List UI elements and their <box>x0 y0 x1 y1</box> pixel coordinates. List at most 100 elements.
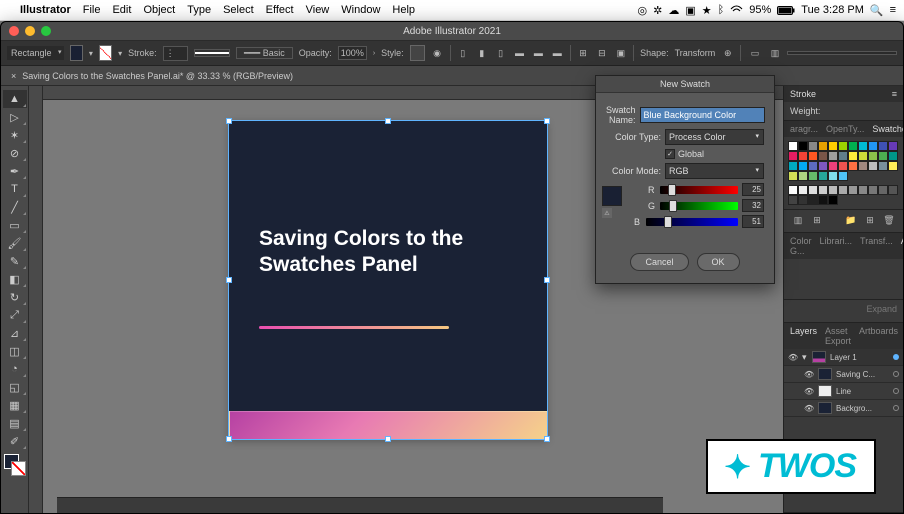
wifi-icon[interactable] <box>730 5 743 15</box>
swatch[interactable] <box>848 185 858 195</box>
selection-handle[interactable] <box>544 436 550 442</box>
lasso-tool[interactable]: ⊘ <box>3 144 27 162</box>
r-value[interactable]: 25 <box>742 183 764 196</box>
stroke-profile-dropdown[interactable] <box>194 49 230 57</box>
panel-tab-assetexport[interactable]: Asset Export <box>825 326 851 346</box>
g-value[interactable]: 32 <box>742 199 764 212</box>
swatch[interactable] <box>818 185 828 195</box>
swatch[interactable] <box>828 141 838 151</box>
swatch[interactable] <box>888 161 898 171</box>
swatch[interactable] <box>828 185 838 195</box>
scale-tool[interactable]: ⤢ <box>3 306 27 324</box>
swatch[interactable] <box>878 141 888 151</box>
align-center-v-icon[interactable]: ▬ <box>532 45 545 61</box>
swatch[interactable] <box>788 185 798 195</box>
new-swatch-icon[interactable]: ⊞ <box>862 212 878 228</box>
panel-tab-align[interactable]: Align <box>901 236 903 256</box>
visibility-toggle-icon[interactable]: 👁 <box>804 387 814 396</box>
menubar-tray-icon[interactable]: ▣ <box>685 4 695 17</box>
global-checkbox[interactable]: ✓ <box>665 149 675 159</box>
target-icon[interactable] <box>893 354 899 360</box>
swatch[interactable] <box>818 141 828 151</box>
distribute-icon[interactable]: ⊞ <box>577 45 590 61</box>
fill-swatch[interactable] <box>70 45 83 61</box>
swatch[interactable] <box>808 141 818 151</box>
app-name[interactable]: Illustrator <box>20 4 71 16</box>
pen-tool[interactable]: ✒ <box>3 162 27 180</box>
swatch[interactable] <box>788 161 798 171</box>
selection-handle[interactable] <box>385 118 391 124</box>
selection-type-dropdown[interactable]: Rectangle <box>7 46 64 60</box>
menubar-tray-icon[interactable]: ◎ <box>638 4 648 17</box>
swatch[interactable] <box>838 185 848 195</box>
swatch[interactable] <box>798 141 808 151</box>
menubar-tray-icon[interactable]: ★ <box>702 4 712 17</box>
panel-tab-paragraph[interactable]: aragr... <box>790 124 818 134</box>
align-center-h-icon[interactable]: ▮ <box>475 45 488 61</box>
swatch[interactable] <box>788 171 798 181</box>
direct-selection-tool[interactable]: ▷ <box>3 108 27 126</box>
bluetooth-icon[interactable]: ᛒ <box>718 4 725 16</box>
swatch[interactable] <box>838 151 848 161</box>
close-window-button[interactable] <box>9 26 19 36</box>
selection-handle[interactable] <box>226 118 232 124</box>
swatch[interactable] <box>888 141 898 151</box>
artboard[interactable]: Saving Colors to the Swatches Panel <box>229 121 547 439</box>
close-tab-button[interactable]: × <box>11 71 16 81</box>
panel-tab-stroke[interactable]: Stroke <box>790 89 816 99</box>
document-tab-title[interactable]: Saving Colors to the Swatches Panel.ai* … <box>22 71 293 81</box>
width-tool[interactable]: ⊿ <box>3 324 27 342</box>
swatch[interactable] <box>798 161 808 171</box>
distribute-icon[interactable]: ⊟ <box>595 45 608 61</box>
isolation-icon[interactable]: ⊕ <box>721 45 734 61</box>
swatch[interactable] <box>868 151 878 161</box>
swatch[interactable] <box>828 161 838 171</box>
align-right-icon[interactable]: ▯ <box>494 45 507 61</box>
swatch[interactable] <box>878 161 888 171</box>
swatch[interactable] <box>888 151 898 161</box>
menu-effect[interactable]: Effect <box>266 4 294 16</box>
layer-row[interactable]: 👁 Line <box>784 383 903 400</box>
panel-tab-swatches[interactable]: Swatches <box>872 124 903 134</box>
magic-wand-tool[interactable]: ✶ <box>3 126 27 144</box>
type-tool[interactable]: T <box>3 180 27 198</box>
spotlight-icon[interactable]: 🔍 <box>870 4 884 17</box>
swatch[interactable] <box>858 161 868 171</box>
clock[interactable]: Tue 3:28 PM <box>801 4 864 16</box>
color-type-select[interactable]: Process Color <box>665 129 764 145</box>
swatch[interactable] <box>818 195 828 205</box>
disclosure-icon[interactable]: ▾ <box>802 352 808 363</box>
swatch[interactable] <box>868 161 878 171</box>
layer-name[interactable]: Backgro... <box>836 404 889 413</box>
menu-file[interactable]: File <box>83 4 101 16</box>
r-slider[interactable] <box>660 186 738 194</box>
selection-handle[interactable] <box>226 436 232 442</box>
minimize-window-button[interactable] <box>25 26 35 36</box>
align-bottom-icon[interactable]: ▬ <box>551 45 564 61</box>
menu-window[interactable]: Window <box>341 4 380 16</box>
menu-object[interactable]: Object <box>143 4 175 16</box>
swatch[interactable] <box>788 151 798 161</box>
free-transform-tool[interactable]: ◫ <box>3 342 27 360</box>
swatch[interactable] <box>788 141 798 151</box>
swatch[interactable] <box>808 151 818 161</box>
panel-tab-transform[interactable]: Transf... <box>860 236 893 256</box>
swatch[interactable] <box>848 151 858 161</box>
selection-handle[interactable] <box>226 277 232 283</box>
swatch-library-icon[interactable]: ▥ <box>790 212 806 228</box>
swatch[interactable] <box>838 171 848 181</box>
new-color-group-icon[interactable]: 📁 <box>843 212 859 228</box>
swap-fill-stroke-icon[interactable]: ▾ <box>89 49 93 58</box>
rectangle-tool[interactable]: ▭ <box>3 216 27 234</box>
layer-name[interactable]: Line <box>836 387 889 396</box>
swatch[interactable] <box>808 195 818 205</box>
gradient-tool[interactable]: ▤ <box>3 414 27 432</box>
menu-help[interactable]: Help <box>392 4 415 16</box>
swatch[interactable] <box>798 171 808 181</box>
swatch[interactable] <box>798 195 808 205</box>
panel-tab-layers[interactable]: Layers <box>790 326 817 346</box>
panel-menu-icon[interactable]: ≡ <box>892 89 897 99</box>
swatch[interactable] <box>798 151 808 161</box>
notification-center-icon[interactable]: ≡ <box>890 4 896 16</box>
stroke-color-indicator[interactable] <box>11 461 26 476</box>
